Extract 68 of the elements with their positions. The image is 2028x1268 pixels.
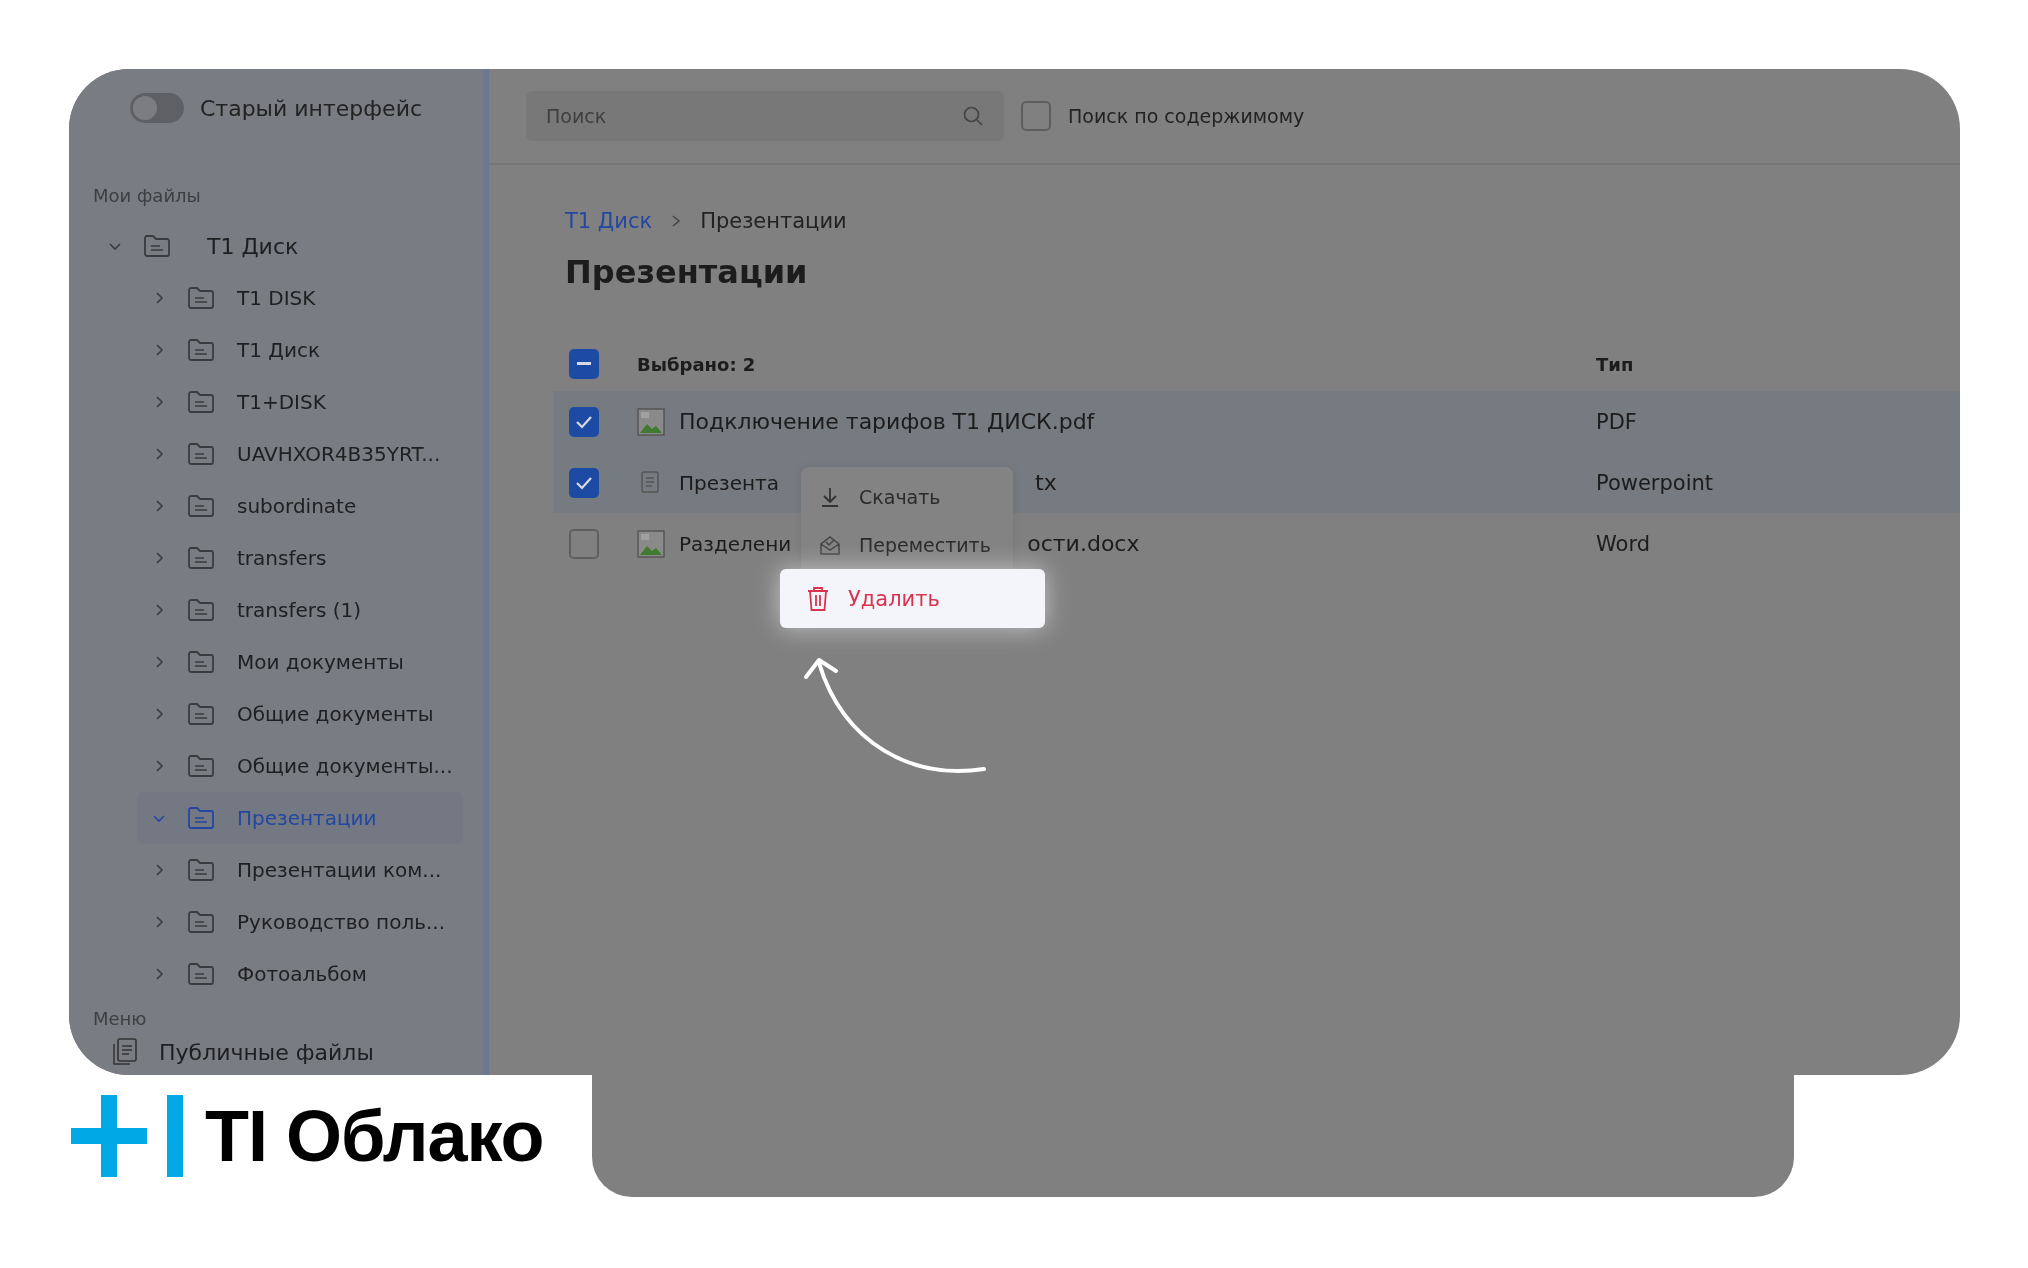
folder-icon bbox=[187, 546, 215, 570]
checkbox[interactable] bbox=[569, 406, 599, 437]
folder-tree-item[interactable]: Общие документы bbox=[137, 688, 463, 740]
documents-icon bbox=[111, 1037, 139, 1067]
folder-tree-item[interactable]: T1+DISK bbox=[137, 376, 463, 428]
file-name: Презента bbox=[679, 470, 780, 495]
folder-icon bbox=[187, 858, 215, 882]
toggle-switch[interactable] bbox=[130, 93, 184, 123]
folder-tree-item[interactable]: Презентации ком... bbox=[137, 844, 463, 896]
folder-icon bbox=[187, 910, 215, 934]
logo-text: TI Облако bbox=[205, 1095, 544, 1177]
page-title: Презентации bbox=[565, 253, 809, 291]
checkbox-label: Поиск по содержимому bbox=[1068, 105, 1305, 127]
file-name: tx bbox=[1035, 470, 1057, 495]
image-icon bbox=[637, 529, 665, 558]
folder-icon bbox=[187, 754, 215, 778]
folder-icon bbox=[143, 234, 171, 258]
search-field[interactable]: Поиск bbox=[526, 91, 1004, 141]
breadcrumb-link[interactable]: T1 Диск bbox=[565, 209, 653, 233]
file-name: Подключение тарифов T1 ДИСК.pdf bbox=[679, 409, 1095, 434]
folder-tree-item[interactable]: T1 Диск bbox=[97, 220, 463, 272]
envelope-icon bbox=[819, 534, 841, 556]
file-name: Разделени bbox=[679, 531, 792, 556]
checkbox[interactable] bbox=[569, 467, 599, 498]
menu-item[interactable]: Публичные файлы bbox=[69, 1029, 483, 1075]
folder-icon bbox=[187, 338, 215, 362]
folder-tree-item[interactable]: T1 Диск bbox=[137, 324, 463, 376]
section-title: Мои файлы bbox=[92, 185, 202, 206]
context-menu-item[interactable]: Удалить bbox=[780, 569, 1045, 628]
selected-count: Выбрано: 2 bbox=[637, 353, 757, 375]
checkbox[interactable] bbox=[569, 349, 599, 379]
chevron-icon bbox=[670, 214, 683, 228]
toggle-label: Старый интерфейс bbox=[200, 95, 423, 121]
folder-icon bbox=[187, 390, 215, 414]
file-type: PDF bbox=[1596, 409, 1638, 434]
folder-icon bbox=[187, 442, 215, 466]
folder-tree-item[interactable]: Фотоальбом bbox=[137, 948, 463, 1000]
column-header[interactable]: Тип bbox=[1596, 353, 1960, 375]
file-name: ости.docx bbox=[1027, 531, 1140, 556]
selected-row-highlight[interactable]: Подключение тарифов T1 ДИСК.pdf PDF bbox=[554, 391, 1960, 452]
folder-icon bbox=[187, 702, 215, 726]
folder-tree-item[interactable]: subordinate bbox=[137, 480, 463, 532]
folder-icon bbox=[187, 806, 215, 830]
context-menu-item[interactable]: Переместить bbox=[801, 521, 1013, 569]
checkbox[interactable] bbox=[569, 528, 599, 559]
minus-icon bbox=[577, 362, 591, 366]
folder-tree-item[interactable]: transfers (1) bbox=[137, 584, 463, 636]
folder-icon bbox=[187, 494, 215, 518]
folder-tree-item[interactable]: UAVHXOR4B35YRT... bbox=[137, 428, 463, 480]
section-title: Меню bbox=[92, 1008, 148, 1029]
search-icon[interactable] bbox=[962, 105, 984, 127]
file-type: Powerpoint bbox=[1596, 470, 1715, 495]
file-type: Word bbox=[1596, 531, 1651, 556]
folder-tree-item[interactable]: transfers bbox=[137, 532, 463, 584]
checkbox[interactable] bbox=[1021, 101, 1051, 131]
logo-icon bbox=[71, 1095, 183, 1177]
download-icon bbox=[819, 486, 841, 508]
image-icon bbox=[637, 407, 665, 436]
folder-icon bbox=[187, 962, 215, 986]
folder-tree-item[interactable]: Мои документы bbox=[137, 636, 463, 688]
folder-icon bbox=[187, 598, 215, 622]
folder-icon bbox=[187, 650, 215, 674]
folder-icon bbox=[187, 286, 215, 310]
folder-tree-item[interactable]: T1 DISK bbox=[137, 272, 463, 324]
breadcrumb-current[interactable]: Презентации bbox=[700, 209, 847, 233]
folder-tree-item[interactable]: Руководство поль... bbox=[137, 896, 463, 948]
trash-icon bbox=[806, 585, 830, 612]
folder-tree-item[interactable]: Общие документы... bbox=[137, 740, 463, 792]
